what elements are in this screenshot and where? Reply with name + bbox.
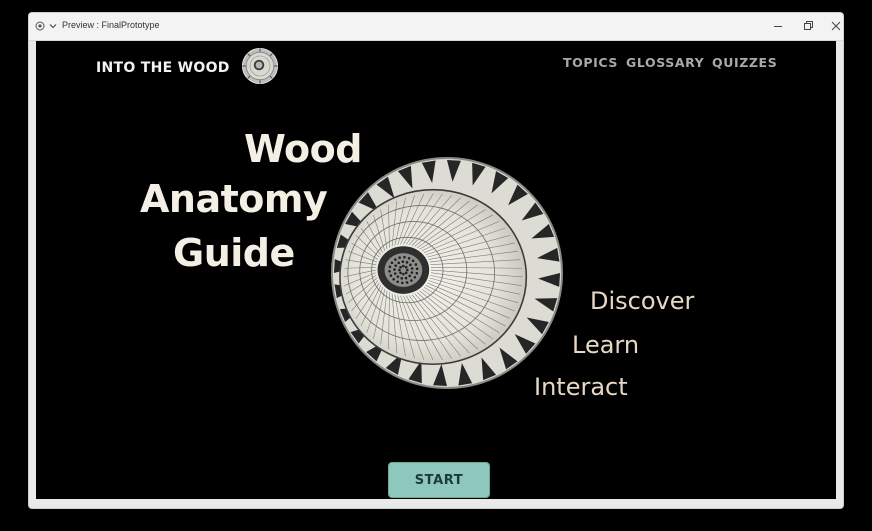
pith-cell-dot <box>396 280 399 284</box>
pith-cell-dot <box>404 271 408 275</box>
pith-cell-dot <box>402 272 405 276</box>
pith-cell-dot <box>404 265 408 269</box>
pith-cell-dot <box>414 263 418 266</box>
pith-cell-dot <box>407 256 411 260</box>
pith-cell-dot <box>401 260 405 263</box>
start-button[interactable]: START <box>388 462 490 498</box>
pith-cell-dot <box>393 272 397 275</box>
pith-cell-dot <box>393 258 397 261</box>
pith-cell-dot <box>393 268 396 271</box>
pith-cell-dot <box>392 277 395 281</box>
pith-cell-dot <box>398 268 401 272</box>
nav-topics[interactable]: TOPICS <box>563 55 618 70</box>
pith-cell-dot <box>388 269 391 273</box>
pith-cell-dot <box>399 271 402 275</box>
pith-cell-dot <box>396 275 400 278</box>
pith-cell-dot <box>404 276 408 280</box>
pith-cell-dot <box>413 276 417 279</box>
hero-title-line-3: Guide <box>173 231 295 275</box>
pith-cell-dot <box>405 261 409 264</box>
app-icon <box>35 21 45 31</box>
pith-cell-dot <box>390 261 394 265</box>
minimize-icon[interactable] <box>770 18 786 34</box>
tagline-discover: Discover <box>590 287 695 315</box>
nav-quizzes[interactable]: QUIZZES <box>712 55 777 70</box>
pith-cell-dot <box>402 264 405 268</box>
wood-cross-section-illustration <box>330 156 564 390</box>
close-icon[interactable] <box>828 18 844 34</box>
pith-cell-dot <box>415 271 419 275</box>
pith-cell-dot <box>410 279 413 282</box>
window-title: Preview : FinalPrototype <box>62 20 160 30</box>
pith-cell-dot <box>401 281 404 285</box>
tagline-interact: Interact <box>534 373 628 401</box>
tagline-learn: Learn <box>572 331 640 359</box>
title-bar: Preview : FinalPrototype <box>29 13 843 41</box>
restore-icon[interactable] <box>800 18 816 34</box>
app-window: Preview : FinalPrototype INTO THE WOOD T… <box>29 13 843 508</box>
pith-cell-dot <box>410 271 414 274</box>
pith-cell-dot <box>388 265 392 269</box>
pith-cell-dot <box>415 267 419 271</box>
pith-cell-dot <box>409 263 412 267</box>
app-viewport: INTO THE WOOD TOPICS GLOSSARY QUIZZES Wo… <box>36 41 836 499</box>
pith-cell-dot <box>403 255 406 259</box>
chevron-down-icon[interactable] <box>49 22 57 30</box>
pith-cell-dot <box>405 281 409 284</box>
pith-cell-dot <box>400 277 404 280</box>
wood-cross-section-icon[interactable] <box>241 47 279 85</box>
hero-title-line-2: Anatomy <box>140 177 328 221</box>
nav-glossary[interactable]: GLOSSARY <box>626 55 704 70</box>
pith-cell-dot <box>411 259 415 263</box>
pith-cell-dot <box>394 264 398 267</box>
brand-name[interactable]: INTO THE WOOD <box>96 60 230 76</box>
pith-cell-dot <box>398 256 401 259</box>
pith-cell-dot <box>408 274 411 278</box>
pith-cell-dot <box>389 274 393 277</box>
pith-cell-dot <box>410 267 414 270</box>
pith-cell-dot <box>397 261 401 265</box>
pith-cell-dot <box>399 265 402 269</box>
pith-cell-dot <box>406 268 409 272</box>
